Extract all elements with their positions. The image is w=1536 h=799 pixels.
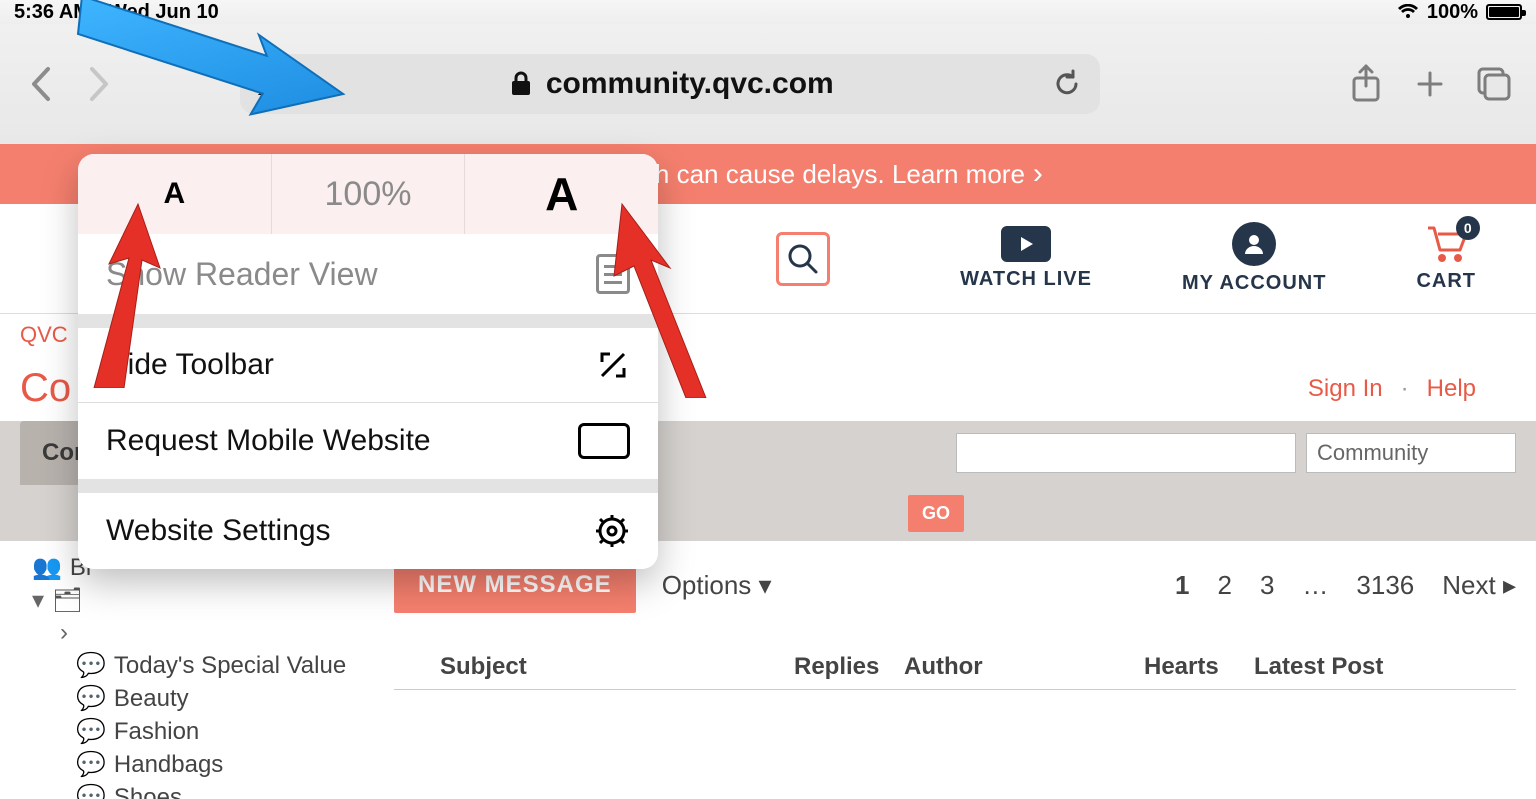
url-domain: community.qvc.com xyxy=(546,67,834,101)
url-bar[interactable]: AA community.qvc.com xyxy=(240,54,1100,114)
user-icon xyxy=(1232,222,1276,266)
forum-sidebar: 👥 Bl ▾ 🗂 › 💬Today's Special Value 💬Beaut… xyxy=(20,551,374,799)
cart-icon: 0 xyxy=(1424,224,1468,264)
cart-count-badge: 0 xyxy=(1456,216,1480,240)
page-next[interactable]: Next ▸ xyxy=(1442,570,1516,601)
go-button[interactable]: GO xyxy=(908,495,964,532)
chat-icon: 💬 xyxy=(76,684,106,713)
sidebar-item[interactable]: 💬Today's Special Value xyxy=(20,649,374,682)
col-replies: Replies xyxy=(794,653,904,681)
pagination: 1 2 3 … 3136 Next ▸ xyxy=(1175,570,1516,601)
signin-link[interactable]: Sign In xyxy=(1308,375,1383,403)
options-dropdown[interactable]: Options ▾ xyxy=(662,570,772,601)
page-3[interactable]: 3 xyxy=(1260,570,1274,601)
page-ellipsis: … xyxy=(1302,570,1328,601)
people-icon: 👥 xyxy=(32,553,62,582)
sidebar-item[interactable]: 💬Fashion xyxy=(20,715,374,748)
wifi-icon xyxy=(1397,4,1419,20)
sidebar-subcaret[interactable]: › xyxy=(20,617,374,649)
chevron-right-icon: › xyxy=(1033,157,1043,191)
search-button[interactable] xyxy=(776,232,830,286)
zoom-level: 100% xyxy=(272,154,466,234)
zoom-out-button[interactable]: A xyxy=(78,154,272,234)
zoom-in-button[interactable]: A xyxy=(465,154,658,234)
lock-icon xyxy=(510,71,532,97)
ios-status-bar: 5:36 AM Wed Jun 10 100% xyxy=(0,0,1536,24)
status-time: 5:36 AM xyxy=(14,1,90,24)
request-mobile-website[interactable]: Request Mobile Website xyxy=(78,403,658,479)
sidebar-item[interactable]: 💬Shoes xyxy=(20,781,374,799)
my-account-link[interactable]: MY ACCOUNT xyxy=(1182,222,1326,295)
search-scope-select[interactable]: Community xyxy=(1306,433,1516,473)
cart-link[interactable]: 0 CART xyxy=(1416,224,1476,293)
forum-main: NEW MESSAGE Options ▾ 1 2 3 … 3136 Next … xyxy=(394,551,1516,799)
new-tab-button[interactable] xyxy=(1408,62,1452,106)
expand-icon xyxy=(596,348,630,382)
folder-icon: 🗂 xyxy=(52,586,82,615)
sidebar-item[interactable]: 💬Beauty xyxy=(20,682,374,715)
hide-toolbar[interactable]: Hide Toolbar xyxy=(78,328,658,402)
col-author: Author xyxy=(904,653,1144,681)
page-last[interactable]: 3136 xyxy=(1356,570,1414,601)
gear-icon xyxy=(594,513,630,549)
sidebar-folder[interactable]: ▾ 🗂 xyxy=(20,584,374,617)
back-button[interactable] xyxy=(20,64,60,104)
chat-icon: 💬 xyxy=(76,750,106,779)
sidebar-item[interactable]: 💬Handbags xyxy=(20,748,374,781)
show-reader-view: Show Reader View xyxy=(78,234,658,314)
col-latest: Latest Post xyxy=(1254,653,1516,681)
chat-icon: 💬 xyxy=(76,783,106,799)
forum-search-input[interactable] xyxy=(956,433,1296,473)
col-subject: Subject xyxy=(394,653,794,681)
help-link[interactable]: Help xyxy=(1427,375,1476,403)
caret-right-icon: › xyxy=(60,619,68,647)
battery-icon xyxy=(1486,4,1522,20)
reader-icon xyxy=(596,254,630,294)
share-button[interactable] xyxy=(1344,62,1388,106)
safari-toolbar: AA community.qvc.com xyxy=(0,24,1536,144)
reload-button[interactable] xyxy=(1052,69,1082,99)
page-title: Co xyxy=(20,366,71,411)
breadcrumb-root[interactable]: QVC xyxy=(20,322,68,347)
text-size-popover: A 100% A Show Reader View Hide Toolbar R… xyxy=(78,154,658,569)
device-icon xyxy=(578,423,630,459)
caret-down-icon: ▾ xyxy=(32,586,44,615)
forward-button[interactable] xyxy=(80,64,120,104)
col-hearts: Hearts xyxy=(1144,653,1254,681)
chat-icon: 💬 xyxy=(76,651,106,680)
play-icon xyxy=(1001,226,1051,262)
tabs-button[interactable] xyxy=(1472,62,1516,106)
website-settings[interactable]: Website Settings xyxy=(78,493,658,569)
chat-icon: 💬 xyxy=(76,717,106,746)
page-2[interactable]: 2 xyxy=(1217,570,1231,601)
watch-live-link[interactable]: WATCH LIVE xyxy=(960,226,1092,291)
thread-table-header: Subject Replies Author Hearts Latest Pos… xyxy=(394,653,1516,690)
battery-pct: 100% xyxy=(1427,1,1478,24)
status-date: Wed Jun 10 xyxy=(108,1,219,24)
page-1[interactable]: 1 xyxy=(1175,570,1189,601)
text-size-button[interactable]: AA xyxy=(258,66,292,103)
